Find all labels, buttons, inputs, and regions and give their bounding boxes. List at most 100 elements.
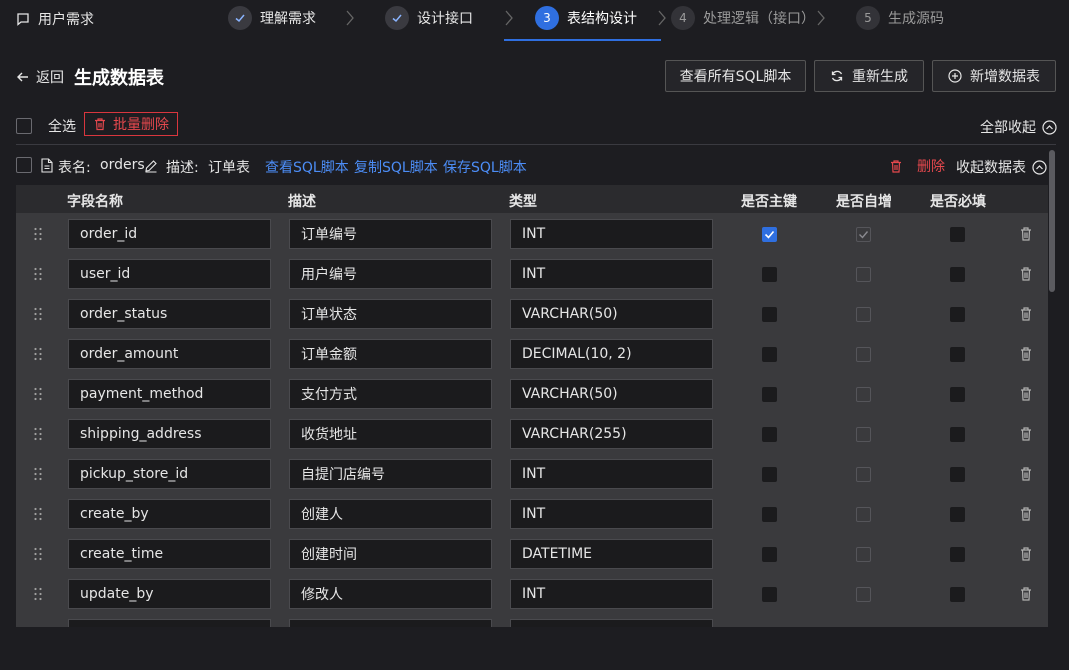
- collapse-table-button[interactable]: 收起数据表: [956, 157, 1047, 177]
- required-checkbox[interactable]: [950, 267, 965, 282]
- required-checkbox[interactable]: [950, 587, 965, 602]
- field-type-input[interactable]: INT: [510, 579, 713, 609]
- field-type-input[interactable]: VARCHAR(50): [510, 299, 713, 329]
- primary-key-checkbox[interactable]: [762, 227, 777, 242]
- select-all-checkbox[interactable]: [16, 118, 32, 134]
- required-checkbox[interactable]: [950, 307, 965, 322]
- field-desc-input[interactable]: 订单状态: [289, 299, 492, 329]
- field-desc-input[interactable]: 修改人: [289, 579, 492, 609]
- field-name-input[interactable]: order_id: [68, 219, 271, 249]
- required-checkbox[interactable]: [950, 347, 965, 362]
- drag-handle-icon[interactable]: [33, 347, 43, 361]
- required-checkbox[interactable]: [950, 507, 965, 522]
- primary-key-checkbox[interactable]: [762, 387, 777, 402]
- field-type-input[interactable]: DECIMAL(10, 2): [510, 339, 713, 369]
- auto-increment-checkbox[interactable]: [856, 387, 871, 402]
- field-name-input[interactable]: create_by: [68, 499, 271, 529]
- auto-increment-checkbox[interactable]: [856, 307, 871, 322]
- field-type-input[interactable]: INT: [510, 259, 713, 289]
- drag-handle-icon[interactable]: [33, 427, 43, 441]
- field-type-input[interactable]: INT: [510, 459, 713, 489]
- auto-increment-checkbox[interactable]: [856, 347, 871, 362]
- primary-key-checkbox[interactable]: [762, 547, 777, 562]
- select-all[interactable]: 全选: [16, 116, 76, 136]
- view-sql-link[interactable]: 查看SQL脚本: [265, 157, 349, 177]
- field-name-input[interactable]: create_time: [68, 539, 271, 569]
- back-button[interactable]: 返回: [16, 67, 64, 87]
- step-1[interactable]: 理解需求: [228, 5, 316, 31]
- drag-handle-icon[interactable]: [33, 587, 43, 601]
- drag-handle-icon[interactable]: [33, 547, 43, 561]
- scrollbar[interactable]: [1049, 150, 1055, 292]
- auto-increment-checkbox[interactable]: [856, 507, 871, 522]
- collapse-all-button[interactable]: 全部收起: [980, 117, 1057, 137]
- required-checkbox[interactable]: [950, 547, 965, 562]
- field-desc-input[interactable]: 订单金额: [289, 339, 492, 369]
- step-4[interactable]: 4 处理逻辑（接口）: [671, 5, 815, 31]
- field-name-input[interactable]: payment_method: [68, 379, 271, 409]
- primary-key-checkbox[interactable]: [762, 507, 777, 522]
- drag-handle-icon[interactable]: [33, 387, 43, 401]
- trash-icon[interactable]: [1019, 306, 1033, 322]
- trash-icon[interactable]: [1019, 266, 1033, 282]
- trash-icon[interactable]: [1019, 586, 1033, 602]
- primary-key-checkbox[interactable]: [762, 467, 777, 482]
- field-type-input[interactable]: VARCHAR(255): [510, 419, 713, 449]
- edit-icon[interactable]: [144, 159, 158, 173]
- required-checkbox[interactable]: [950, 427, 965, 442]
- auto-increment-checkbox[interactable]: [856, 427, 871, 442]
- copy-sql-link[interactable]: 复制SQL脚本: [354, 157, 438, 177]
- field-desc-input[interactable]: 收货地址: [289, 419, 492, 449]
- field-type-input[interactable]: [510, 619, 713, 627]
- trash-icon[interactable]: [1019, 626, 1033, 627]
- primary-key-checkbox[interactable]: [762, 267, 777, 282]
- auto-increment-checkbox[interactable]: [856, 587, 871, 602]
- drag-handle-icon[interactable]: [33, 267, 43, 281]
- primary-key-checkbox[interactable]: [762, 427, 777, 442]
- auto-increment-checkbox[interactable]: [856, 467, 871, 482]
- primary-key-checkbox[interactable]: [762, 307, 777, 322]
- field-name-input[interactable]: pickup_store_id: [68, 459, 271, 489]
- trash-icon[interactable]: [1019, 386, 1033, 402]
- trash-icon[interactable]: [1019, 346, 1033, 362]
- field-type-input[interactable]: INT: [510, 499, 713, 529]
- field-name-input[interactable]: user_id: [68, 259, 271, 289]
- step-2[interactable]: 设计接口: [385, 5, 473, 31]
- field-desc-input[interactable]: 订单编号: [289, 219, 492, 249]
- primary-key-checkbox[interactable]: [762, 587, 777, 602]
- field-desc-input[interactable]: 创建时间: [289, 539, 492, 569]
- field-desc-input[interactable]: 支付方式: [289, 379, 492, 409]
- table-select-checkbox[interactable]: [16, 157, 32, 173]
- trash-icon[interactable]: [1019, 226, 1033, 242]
- drag-handle-icon[interactable]: [33, 467, 43, 481]
- add-table-button[interactable]: 新增数据表: [932, 60, 1056, 92]
- field-name-input[interactable]: order_status: [68, 299, 271, 329]
- regenerate-button[interactable]: 重新生成: [814, 60, 924, 92]
- step-3[interactable]: 3 表结构设计: [535, 5, 637, 31]
- drag-handle-icon[interactable]: [33, 227, 43, 241]
- trash-icon[interactable]: [1019, 466, 1033, 482]
- field-desc-input[interactable]: [289, 619, 492, 627]
- save-sql-link[interactable]: 保存SQL脚本: [443, 157, 527, 177]
- delete-table-button[interactable]: 删除: [889, 156, 945, 176]
- field-type-input[interactable]: VARCHAR(50): [510, 379, 713, 409]
- step-5[interactable]: 5 生成源码: [856, 5, 944, 31]
- field-name-input[interactable]: update_by: [68, 579, 271, 609]
- field-name-input[interactable]: order_amount: [68, 339, 271, 369]
- field-desc-input[interactable]: 用户编号: [289, 259, 492, 289]
- trash-icon[interactable]: [1019, 506, 1033, 522]
- field-type-input[interactable]: INT: [510, 219, 713, 249]
- auto-increment-checkbox[interactable]: [856, 547, 871, 562]
- trash-icon[interactable]: [1019, 546, 1033, 562]
- field-type-input[interactable]: DATETIME: [510, 539, 713, 569]
- drag-handle-icon[interactable]: [33, 507, 43, 521]
- view-all-sql-button[interactable]: 查看所有SQL脚本: [665, 60, 806, 92]
- drag-handle-icon[interactable]: [33, 307, 43, 321]
- batch-delete-button[interactable]: 批量删除: [84, 112, 178, 136]
- required-checkbox[interactable]: [950, 387, 965, 402]
- trash-icon[interactable]: [1019, 426, 1033, 442]
- auto-increment-checkbox[interactable]: [856, 227, 871, 242]
- required-checkbox[interactable]: [950, 227, 965, 242]
- field-desc-input[interactable]: 自提门店编号: [289, 459, 492, 489]
- auto-increment-checkbox[interactable]: [856, 267, 871, 282]
